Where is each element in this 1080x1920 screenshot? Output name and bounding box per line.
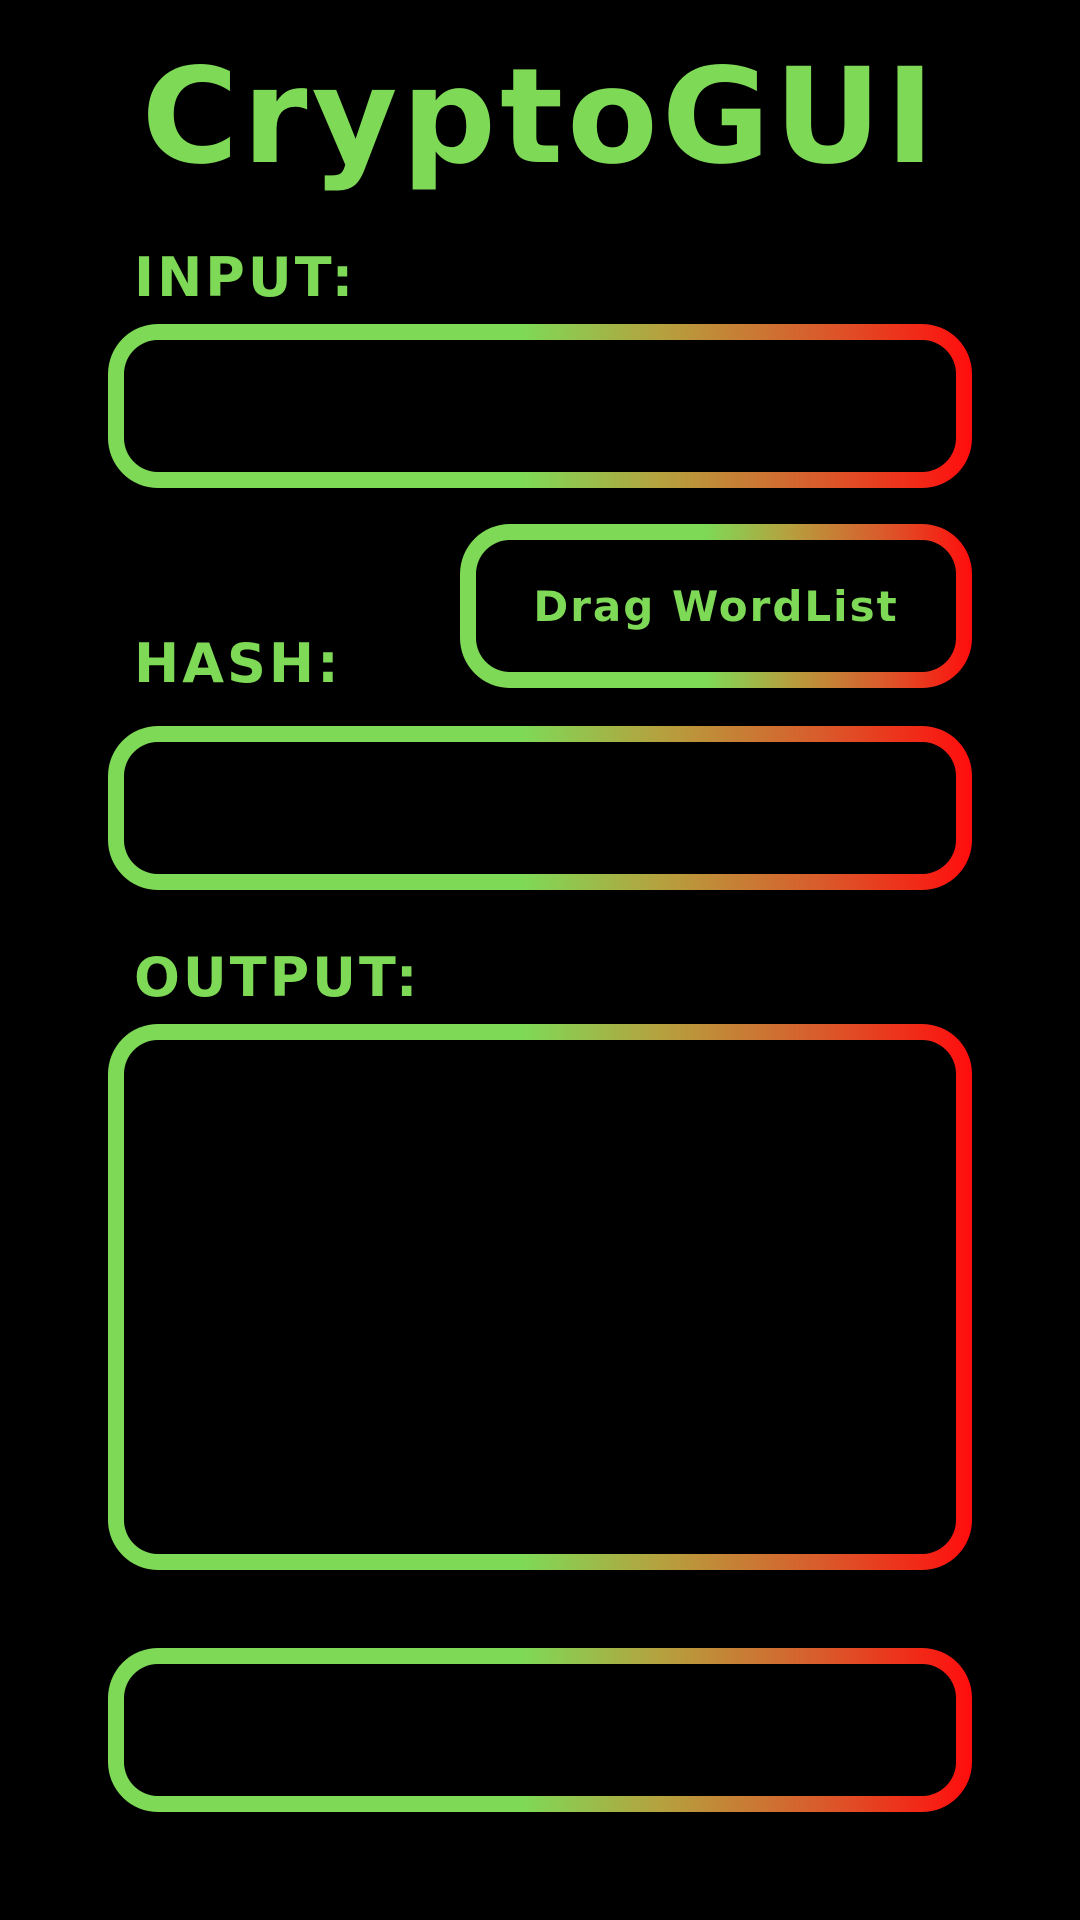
input-frame xyxy=(108,324,972,488)
hash-field[interactable] xyxy=(124,742,956,874)
output-frame xyxy=(108,1024,972,1570)
input-field[interactable] xyxy=(124,340,956,472)
output-field[interactable] xyxy=(124,1040,956,1554)
hash-frame xyxy=(108,726,972,890)
input-label: INPUT: xyxy=(134,246,357,309)
drag-wordlist-label: Drag WordList xyxy=(533,581,899,631)
bottom-field[interactable] xyxy=(124,1664,956,1796)
drag-wordlist-button[interactable]: Drag WordList xyxy=(460,524,972,688)
output-label: OUTPUT: xyxy=(134,946,421,1009)
bottom-frame xyxy=(108,1648,972,1812)
app-title: CryptoGUI xyxy=(141,40,939,194)
hash-label: HASH: xyxy=(134,632,342,695)
